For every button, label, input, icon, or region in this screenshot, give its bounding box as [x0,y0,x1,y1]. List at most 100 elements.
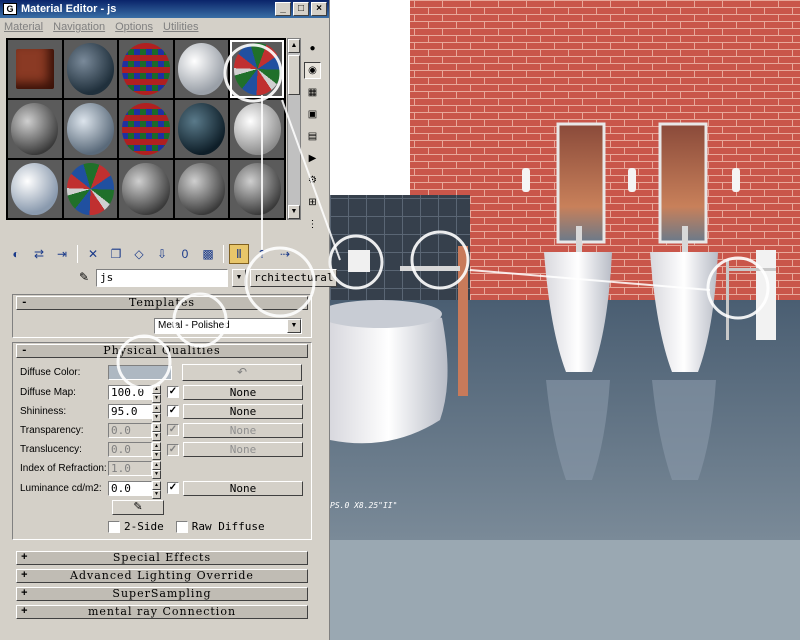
template-select[interactable]: Metal - Polished ▼ [154,318,302,334]
rollout-header[interactable]: + Advanced Lighting Override [16,569,308,583]
property-spinner[interactable]: 0.0 ▲ ▼ [108,480,161,499]
show-map-icon[interactable]: ▩ [198,244,218,264]
property-row: Diffuse Map: 100.0 ▲ ▼ ✓ None [20,384,306,403]
sample-slot[interactable] [8,160,62,218]
put-to-scene-icon[interactable]: ⇄ [29,244,49,264]
property-spinner[interactable]: 1.0 ▲ ▼ [108,461,161,480]
sample-type-icon[interactable]: ● [304,40,321,57]
material-effects-icon[interactable]: 0 [175,244,195,264]
rollout-header[interactable]: + mental ray Connection [16,605,308,619]
menu-utilities[interactable]: Utilities [163,21,198,33]
map-button[interactable]: None [183,442,303,458]
go-to-parent-icon[interactable]: ⇡ [252,244,272,264]
rollout-header[interactable]: + SuperSampling [16,587,308,601]
map-enable-checkbox[interactable]: ✓ [167,443,179,456]
spinner-arrows-icon[interactable]: ▲ ▼ [152,442,161,461]
slot-scrollbar[interactable]: ▲ ▼ [287,38,301,220]
pick-material-icon[interactable]: ✎ [76,270,92,286]
raw-diffuse-checkbox[interactable] [175,520,188,533]
sample-slot[interactable] [174,100,229,158]
map-enable-checkbox[interactable]: ✓ [167,424,179,437]
sample-slot[interactable] [8,40,62,98]
expand-icon: + [21,588,29,600]
sample-slot[interactable] [63,40,118,98]
spinner-value[interactable]: 0.0 [108,480,152,496]
select-by-material-icon[interactable]: ⊞ [304,194,321,211]
sample-slot[interactable] [119,100,173,158]
scroll-down-icon[interactable]: ▼ [288,205,300,219]
get-material-icon[interactable]: ◐ [6,244,26,264]
menu-options[interactable]: Options [115,21,153,33]
background-icon[interactable]: ▦ [304,84,321,101]
title-bar[interactable]: G Material Editor - js _ □ × [0,0,329,18]
sample-slot[interactable] [8,100,62,158]
3dsmax-icon[interactable]: G [3,3,17,15]
physical-qualities-header[interactable]: - Physical Qualities [16,344,308,358]
map-enable-checkbox[interactable]: ✓ [167,386,179,398]
two-side-checkbox[interactable] [108,520,120,533]
spinner-arrows-icon[interactable]: ▲ ▼ [152,403,161,422]
material-type-button[interactable]: rchitectural [250,269,338,287]
diffuse-color-swatch[interactable] [108,364,172,380]
material-navigator-icon[interactable]: ⋮ [304,216,321,233]
sample-slot[interactable] [230,160,284,218]
sample-slot[interactable] [63,160,118,218]
menu-material[interactable]: Material [4,21,43,33]
map-button[interactable]: None [183,480,303,496]
material-preview-sphere [122,43,170,95]
assign-to-selection-icon[interactable]: ⇥ [52,244,72,264]
chevron-down-icon[interactable]: ▼ [287,319,301,333]
map-button[interactable]: None [183,422,303,438]
uv-tiling-icon[interactable]: ▣ [304,106,321,123]
sample-slot[interactable] [119,160,173,218]
go-forward-icon[interactable]: ⇢ [275,244,295,264]
chevron-down-icon[interactable]: ▼ [232,269,246,287]
property-spinner[interactable]: 0.0 ▲ ▼ [108,442,161,461]
sample-slot[interactable] [174,160,229,218]
sample-slot[interactable] [230,100,284,158]
luminance-from-light-button[interactable]: ✎ [112,500,164,515]
property-spinner[interactable]: 0.0 ▲ ▼ [108,422,161,441]
scroll-thumb[interactable] [288,55,300,95]
spinner-arrows-icon[interactable]: ▲ ▼ [152,384,161,403]
sample-slot[interactable] [230,40,284,98]
make-preview-icon[interactable]: ▶ [304,150,321,167]
map-button[interactable]: None [183,384,303,400]
templates-header[interactable]: - Templates [16,296,308,310]
sample-slot[interactable] [63,100,118,158]
spinner-value[interactable]: 0.0 [108,442,152,458]
put-to-library-icon[interactable]: ⇩ [152,244,172,264]
spinner-arrows-icon[interactable]: ▲ ▼ [152,480,161,499]
sample-slot[interactable] [119,40,173,98]
property-spinner[interactable]: 95.0 ▲ ▼ [108,403,161,422]
maximize-button[interactable]: □ [293,2,309,16]
minimize-button[interactable]: _ [275,2,291,16]
show-end-result-icon[interactable]: Ⅱ [229,244,249,264]
reset-icon[interactable]: ✕ [83,244,103,264]
spinner-arrows-icon[interactable]: ▲ ▼ [152,461,161,480]
menu-navigation[interactable]: Navigation [53,21,105,33]
spinner-arrows-icon[interactable]: ▲ ▼ [152,422,161,441]
mirror-left [556,122,606,244]
map-enable-checkbox[interactable]: ✓ [167,482,179,494]
backlight-icon[interactable]: ◉ [304,62,321,79]
map-enable-checkbox[interactable]: ✓ [167,405,179,418]
options-icon[interactable]: ⚙ [304,172,321,189]
undo-icon[interactable]: ↶ [182,363,302,381]
scroll-up-icon[interactable]: ▲ [288,39,300,53]
rollout-header[interactable]: + Special Effects [16,551,308,565]
property-spinner[interactable]: 100.0 ▲ ▼ [108,384,161,403]
spinner-value[interactable]: 1.0 [108,461,152,477]
rollout-title: SuperSampling [112,587,212,600]
video-check-icon[interactable]: ▤ [304,128,321,145]
spinner-value[interactable]: 100.0 [108,384,152,400]
material-name-input[interactable]: js [96,269,228,287]
floor-caption: PS.0 X8.25"II" [330,501,397,510]
map-button[interactable]: None [183,403,303,419]
make-copy-icon[interactable]: ❐ [106,244,126,264]
spinner-value[interactable]: 95.0 [108,403,152,419]
make-unique-icon[interactable]: ◇ [129,244,149,264]
close-button[interactable]: × [311,2,327,16]
sample-slot[interactable] [174,40,229,98]
spinner-value[interactable]: 0.0 [108,422,152,438]
